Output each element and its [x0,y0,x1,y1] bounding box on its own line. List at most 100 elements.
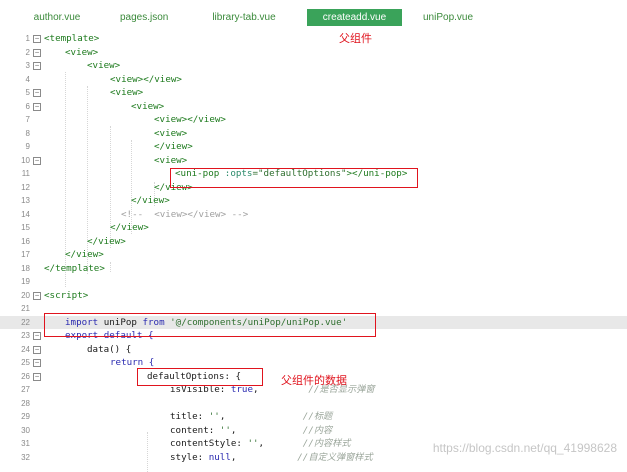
fold-toggle-icon[interactable]: − [33,332,41,340]
code-editor[interactable]: 1− <template> 2− <view> 3− <view> 4 <view></vie… [0,32,627,472]
line-number: 4 [25,74,30,84]
code-text: data() { [87,343,131,357]
code-token: '' [208,411,220,422]
line-number: 17 [21,250,30,259]
code-token: </template> [44,262,105,274]
code-token: , [219,411,303,422]
line-number: 23 [21,331,30,340]
code-token: </view> [131,195,170,206]
line-number: 15 [21,223,30,232]
code-token: <template> [44,33,100,44]
line-number: 25 [21,358,30,367]
code-line: 24− data() { [0,343,627,357]
code-text: </view> [110,221,149,235]
line-number: 19 [21,277,30,286]
code-line: 30 content: '', //内容 [0,424,627,438]
code-token: '' [247,438,259,449]
line-number: 20 [21,290,30,300]
code-line: 2− <view> [0,46,627,60]
tab-author-vue[interactable]: author.vue [32,9,82,26]
line-number: 27 [21,385,30,394]
code-text: <view> [87,59,120,73]
tab-unipop-vue[interactable]: uniPop.vue [423,9,473,26]
fold-toggle-icon[interactable]: − [33,345,41,354]
line-number: 31 [21,439,30,448]
code-text: title: '', //标题 [170,410,332,424]
highlight-box-import [44,313,376,337]
fold-toggle-icon[interactable]: − [33,48,41,57]
line-number: 1 [25,34,30,43]
fold-toggle-icon[interactable]: − [33,359,41,367]
code-token: <view> [154,127,188,139]
code-token: style: [170,451,209,463]
code-token: //内容样式 [302,438,351,449]
code-line: 25− return { [0,356,627,370]
code-token: </view> [65,249,104,260]
code-line: 9 </view> [0,140,627,154]
code-text: <view> [154,154,187,168]
line-number: 32 [21,452,30,462]
code-text: </view> [65,248,104,262]
line-number: 14 [21,209,30,219]
code-text: <!-- <view></view> --> [121,208,248,222]
line-number: 24 [21,344,30,354]
code-text: <template> [44,32,99,46]
code-text: content: '', //内容 [170,424,332,438]
line-number: 29 [21,412,30,421]
code-text: </view> [87,235,126,249]
code-token: <view> [131,100,165,112]
code-line: 17 </view> [0,248,627,262]
code-line: 10− <view> [0,154,627,168]
code-text: <script> [44,289,88,303]
code-text: </view> [131,194,170,208]
watermark: https://blog.csdn.net/qq_41998628 [432,441,617,455]
code-token: //自定义弹窗样式 [297,451,373,463]
line-number: 12 [21,182,30,192]
code-text: <view> [154,127,187,141]
fold-toggle-icon[interactable]: − [33,35,41,43]
line-number: 5 [25,88,30,97]
code-line: 19 [0,275,627,289]
code-text: style: null, //自定义弹窗样式 [170,451,373,465]
highlight-box-uni-pop [170,168,418,188]
highlight-box-default-options [137,368,263,386]
fold-toggle-icon[interactable]: − [33,102,41,111]
code-token: content: [170,424,220,436]
code-text: <view></view> [154,113,226,127]
code-token: data() { [87,343,132,355]
code-line: 20− <script> [0,289,627,303]
fold-toggle-icon[interactable]: − [33,291,41,300]
code-text: contentStyle: '', //内容样式 [170,437,351,451]
code-line: 8 <view> [0,127,627,141]
code-line: 29 title: '', //标题 [0,410,627,424]
fold-toggle-icon[interactable]: − [33,372,41,381]
code-token: <view> [110,87,144,98]
fold-toggle-icon[interactable]: − [33,62,41,70]
line-number: 3 [25,61,30,70]
line-number: 28 [21,398,30,408]
code-token: <view></view> [154,114,226,125]
line-number: 2 [25,47,30,57]
code-text: </template> [44,262,105,276]
code-token: <view></view> [110,73,182,85]
fold-toggle-icon[interactable]: − [33,156,41,165]
code-token: <!-- [121,208,149,220]
code-token: title: [170,411,209,422]
code-line: 1− <template> [0,32,627,46]
code-text: <view> [110,86,143,100]
code-token: //内容 [302,424,333,436]
editor-tab-bar: author.vue pages.json library-tab.vue cr… [0,0,627,28]
line-number: 7 [25,115,30,124]
fold-toggle-icon[interactable]: − [33,89,41,97]
annotation-parent-component-data: 父组件的数据 [281,374,347,387]
code-line: 15 </view> [0,221,627,235]
line-number: 13 [21,196,30,205]
tab-pages-json[interactable]: pages.json [120,9,168,26]
tab-library-tab-vue[interactable]: library-tab.vue [210,9,278,26]
code-line: 28 [0,397,627,411]
code-text: </view> [154,140,193,154]
code-token: , [258,438,303,449]
code-line: 18 </template> [0,262,627,276]
tab-createadd-vue[interactable]: createadd.vue [307,9,402,26]
code-line: 3− <view> [0,59,627,73]
